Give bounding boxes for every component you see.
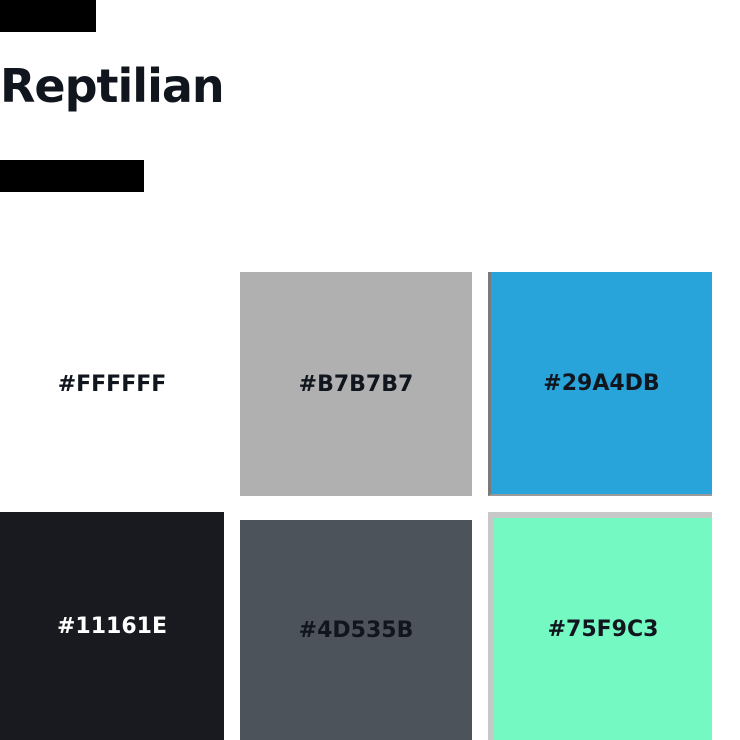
redacted-bar-subtitle [0,160,144,192]
color-swatch-dark[interactable]: #11161E [0,512,224,740]
swatch-label: #FFFFFF [57,371,167,397]
swatch-label: #29A4DB [543,370,660,396]
swatch-label: #75F9C3 [547,616,659,642]
palette-page: Reptilian #FFFFFF #B7B7B7 #29A4DB #11161… [0,0,740,740]
color-swatch-blue[interactable]: #29A4DB [488,272,712,496]
swatch-label: #11161E [57,613,167,639]
color-swatch-slate[interactable]: #4D535B [240,520,472,740]
swatch-label: #B7B7B7 [298,371,414,397]
swatch-label: #4D535B [298,617,414,643]
color-swatch-gray[interactable]: #B7B7B7 [240,272,472,496]
redacted-bar-top [0,0,96,32]
color-swatch-mint[interactable]: #75F9C3 [488,512,712,740]
color-swatch-white[interactable]: #FFFFFF [0,272,224,496]
palette-title: Reptilian [0,59,225,113]
